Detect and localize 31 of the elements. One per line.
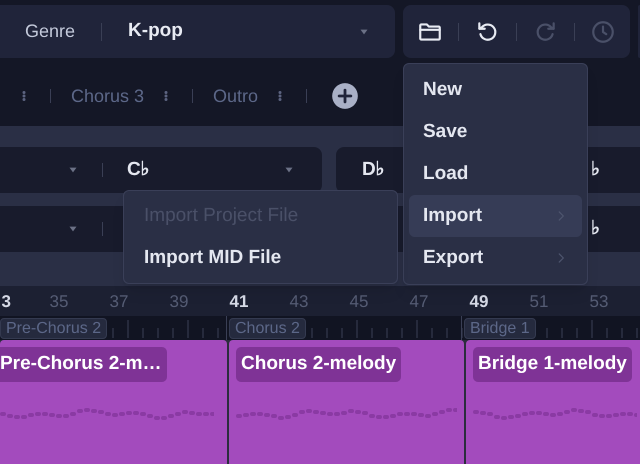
bar-number: 53 xyxy=(590,290,608,312)
genre-label: Genre xyxy=(25,20,76,43)
bar-number: 51 xyxy=(530,290,548,312)
bar-number: 41 xyxy=(230,290,248,312)
menu-item[interactable]: Import MID File xyxy=(124,237,397,279)
menu-item[interactable]: New xyxy=(409,69,582,111)
clip-title: Bridge 1-melody xyxy=(473,347,632,382)
menu-item[interactable]: Import xyxy=(409,195,582,237)
clip[interactable]: Bridge 1-melody xyxy=(466,340,640,464)
key-select[interactable]: C♭ xyxy=(0,147,322,193)
bar-number: 39 xyxy=(170,290,188,312)
genre-value: K-pop xyxy=(128,19,184,44)
bar-number: 35 xyxy=(50,290,68,312)
menu-item[interactable]: Save xyxy=(409,111,582,153)
bar-number: 3 xyxy=(2,290,11,312)
bar-number: 47 xyxy=(410,290,428,312)
clip-title: Chorus 2-melody xyxy=(236,347,402,382)
key-value: ♭ xyxy=(591,216,600,241)
bar-number: 37 xyxy=(110,290,128,312)
menu-item[interactable]: Export xyxy=(409,237,582,279)
key-value: D♭ xyxy=(362,158,385,182)
clip[interactable]: Pre-Chorus 2-m… xyxy=(0,340,227,464)
bar-number: 43 xyxy=(290,290,308,312)
bar-number: 45 xyxy=(350,290,368,312)
bar-number: 49 xyxy=(470,290,488,312)
genre-select[interactable]: Genre K-pop xyxy=(0,5,395,58)
menu-item[interactable]: Load xyxy=(409,153,582,195)
clip[interactable]: Chorus 2-melody xyxy=(229,340,464,464)
key-value: ♭ xyxy=(591,158,600,182)
key-value: C♭ xyxy=(127,158,151,182)
clip-title: Pre-Chorus 2-m… xyxy=(0,347,167,382)
